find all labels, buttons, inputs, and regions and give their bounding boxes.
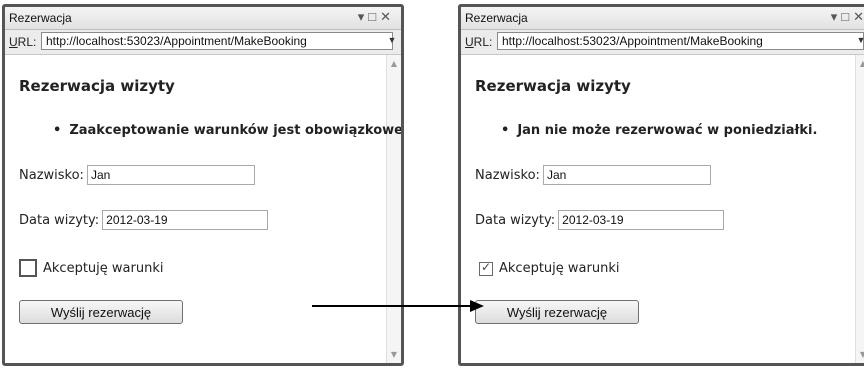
arrow-right-icon bbox=[312, 300, 484, 312]
arrow-head bbox=[470, 300, 484, 312]
